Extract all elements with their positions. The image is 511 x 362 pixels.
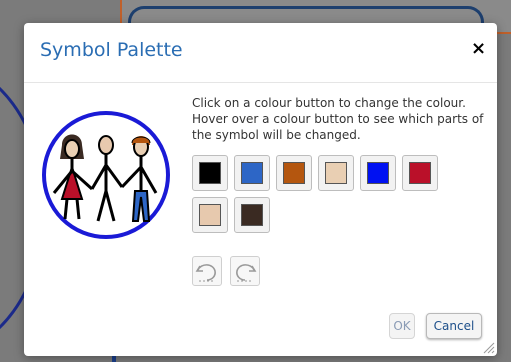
swatch xyxy=(199,204,221,226)
swatch xyxy=(199,162,221,184)
colour-button-brown-orange[interactable] xyxy=(276,155,312,191)
symbol-palette-dialog: Symbol Palette × Click on a colour butto… xyxy=(24,23,497,356)
resize-grip-icon[interactable] xyxy=(481,340,495,354)
dialog-title: Symbol Palette xyxy=(40,39,183,61)
colour-button-crimson[interactable] xyxy=(402,155,438,191)
header-divider xyxy=(24,82,497,83)
colour-button-black[interactable] xyxy=(192,155,228,191)
cancel-button[interactable]: Cancel xyxy=(426,313,482,339)
colour-button-dark-brown[interactable] xyxy=(234,197,270,233)
swatch xyxy=(367,162,389,184)
swatch xyxy=(241,162,263,184)
colour-button-bright-blue[interactable] xyxy=(360,155,396,191)
undo-icon xyxy=(195,264,216,282)
swatch xyxy=(283,162,305,184)
swatch xyxy=(409,162,431,184)
ok-button[interactable]: OK xyxy=(389,313,415,339)
redo-icon xyxy=(236,264,257,282)
instructions-text: Click on a colour button to change the c… xyxy=(192,96,484,142)
people-symbol-icon xyxy=(42,111,170,239)
close-icon[interactable]: × xyxy=(471,39,486,59)
colour-button-skin-tan[interactable] xyxy=(192,197,228,233)
colour-button-skin-light[interactable] xyxy=(318,155,354,191)
swatch xyxy=(241,204,263,226)
swatch xyxy=(325,162,347,184)
colour-button-mid-blue[interactable] xyxy=(234,155,270,191)
undo-button[interactable] xyxy=(192,256,222,286)
redo-button[interactable] xyxy=(230,256,260,286)
